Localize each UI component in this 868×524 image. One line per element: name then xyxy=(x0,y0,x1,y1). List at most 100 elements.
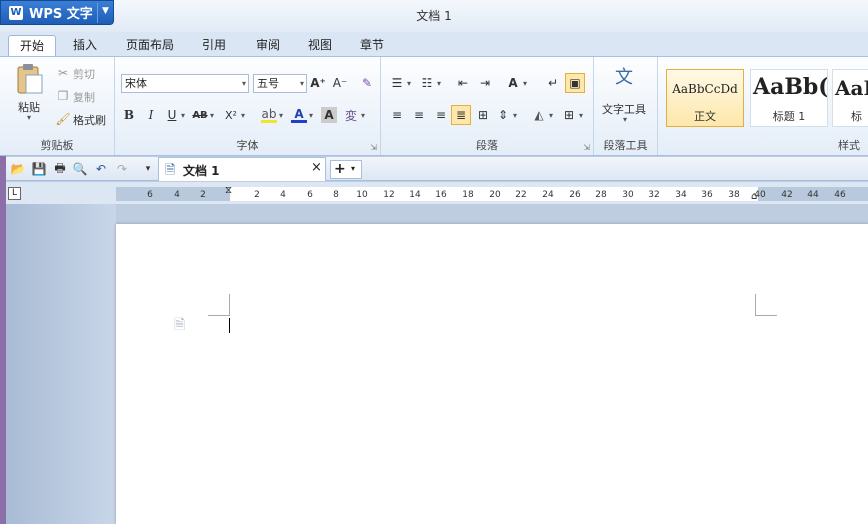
font-size-dropdown-icon[interactable]: ▾ xyxy=(300,75,304,92)
title-bar: W WPS 文字 ▼ 文档 1 xyxy=(0,0,868,32)
open-icon[interactable]: 📂 xyxy=(10,161,26,177)
increase-indent-icon[interactable]: ⇥ xyxy=(477,75,493,91)
paste-dropdown-icon[interactable]: ▾ xyxy=(27,113,31,122)
print-preview-icon[interactable]: 🔍 xyxy=(72,161,88,177)
font-name-dropdown-icon[interactable]: ▾ xyxy=(242,75,246,92)
style-heading-1[interactable]: AaBb( 标题 1 xyxy=(750,69,828,127)
style-normal-name: 正文 xyxy=(694,110,716,123)
print-icon[interactable]: 🖶 xyxy=(52,161,68,177)
bold-icon[interactable]: B xyxy=(121,107,137,123)
numbering-icon[interactable]: ☷ xyxy=(419,75,435,91)
shrink-font-icon[interactable]: A⁻ xyxy=(332,75,348,91)
style-heading-1-name: 标题 1 xyxy=(772,110,806,123)
underline-icon[interactable]: U xyxy=(164,107,180,123)
justify-icon[interactable]: ≣ xyxy=(451,105,471,125)
font-name-value: 宋体 xyxy=(125,77,147,90)
text-frame-icon[interactable]: ▣ xyxy=(565,73,585,93)
new-tab-dropdown-icon[interactable]: ▾ xyxy=(351,164,355,173)
top-right-margin-mark xyxy=(755,294,777,316)
char-shading-icon[interactable]: A xyxy=(321,107,337,123)
chinese-layout-icon[interactable]: A xyxy=(505,75,521,91)
tab-section[interactable]: 章节 xyxy=(350,35,394,56)
tab-insert[interactable]: 插入 xyxy=(62,35,108,56)
bullets-icon[interactable]: ☰ xyxy=(389,75,405,91)
close-tab-icon[interactable]: × xyxy=(311,160,322,175)
ruler-tick-label: 24 xyxy=(542,190,554,200)
copy-label[interactable]: 复制 xyxy=(73,89,95,105)
font-name-combo[interactable]: 宋体 ▾ xyxy=(121,74,249,93)
align-left-icon[interactable]: ≡ xyxy=(389,107,405,123)
right-indent-marker-icon[interactable]: ⌂ xyxy=(751,191,757,202)
borders-dropdown-icon[interactable]: ▾ xyxy=(579,111,583,120)
format-painter-label[interactable]: 格式刷 xyxy=(73,112,106,128)
font-size-combo[interactable]: 五号 ▾ xyxy=(253,74,307,93)
ruler-tick-label: 14 xyxy=(409,190,421,200)
phonetic-dropdown-icon[interactable]: ▾ xyxy=(361,111,365,120)
ribbon-tabs: 开始 插入 页面布局 引用 审阅 视图 章节 xyxy=(0,32,868,56)
redo-icon[interactable]: ↷ xyxy=(114,161,130,177)
strikethrough-icon[interactable]: AB xyxy=(192,107,208,123)
text-tools-icon: 文 xyxy=(615,67,633,88)
ruler-tick-label: 28 xyxy=(595,190,607,200)
decrease-indent-icon[interactable]: ⇤ xyxy=(455,75,471,91)
show-marks-icon[interactable]: ↵ xyxy=(545,75,561,91)
indent-marker-icon[interactable]: ⧖ xyxy=(225,186,232,196)
distribute-icon[interactable]: ⊞ xyxy=(475,107,491,123)
align-center-icon[interactable]: ≡ xyxy=(411,107,427,123)
highlight-icon[interactable]: ab xyxy=(261,107,277,123)
document-tab-label: 文档 1 xyxy=(183,164,220,178)
shading-dropdown-icon[interactable]: ▾ xyxy=(549,111,553,120)
window-title: 文档 1 xyxy=(416,9,452,23)
highlight-dropdown-icon[interactable]: ▾ xyxy=(279,111,283,120)
ruler-tick-label: 4 xyxy=(174,190,180,200)
format-painter-icon[interactable]: 🖌 xyxy=(55,111,71,127)
customize-toolbar-icon[interactable]: ▾ xyxy=(140,161,156,177)
group-font: 宋体 ▾ 五号 ▾ A⁺ A⁻ ✎ B I U ▾ AB ▾ X² ▾ ab ▾ A… xyxy=(115,57,381,155)
numbering-dropdown-icon[interactable]: ▾ xyxy=(437,79,441,88)
phonetic-guide-icon[interactable]: 変 xyxy=(343,107,359,123)
tab-stop-selector[interactable]: L xyxy=(8,187,21,200)
tab-page-layout[interactable]: 页面布局 xyxy=(118,35,182,56)
ruler-tick-label: 34 xyxy=(675,190,687,200)
undo-icon[interactable]: ↶ xyxy=(93,161,109,177)
shading-icon[interactable]: ◭ xyxy=(531,107,547,123)
document-icon: 🗎 xyxy=(165,163,176,178)
cut-icon[interactable]: ✂ xyxy=(55,65,71,81)
copy-icon[interactable]: ❐ xyxy=(55,88,71,104)
paragraph-dialog-launcher-icon[interactable]: ⇲ xyxy=(583,143,590,152)
line-spacing-icon[interactable]: ⇕ xyxy=(495,107,511,123)
paste-button[interactable]: 粘贴 ▾ xyxy=(10,61,48,123)
text-tools-dropdown-icon[interactable]: ▾ xyxy=(623,115,627,124)
strikethrough-dropdown-icon[interactable]: ▾ xyxy=(210,111,214,120)
clear-format-icon[interactable]: ✎ xyxy=(359,75,375,91)
style-heading-2[interactable]: AaE 标 xyxy=(832,69,868,127)
tab-view[interactable]: 视图 xyxy=(298,35,342,56)
tab-review[interactable]: 审阅 xyxy=(246,35,290,56)
superscript-icon[interactable]: X² xyxy=(223,107,239,123)
paragraph-icon[interactable]: 🗎 xyxy=(174,314,185,338)
font-dialog-launcher-icon[interactable]: ⇲ xyxy=(370,143,377,152)
superscript-dropdown-icon[interactable]: ▾ xyxy=(241,111,245,120)
bullets-dropdown-icon[interactable]: ▾ xyxy=(407,79,411,88)
borders-icon[interactable]: ⊞ xyxy=(561,107,577,123)
italic-icon[interactable]: I xyxy=(143,107,159,123)
underline-dropdown-icon[interactable]: ▾ xyxy=(181,111,185,120)
font-color-dropdown-icon[interactable]: ▾ xyxy=(309,111,313,120)
tab-references[interactable]: 引用 xyxy=(192,35,236,56)
save-icon[interactable]: 💾 xyxy=(31,161,47,177)
document-tab[interactable]: 🗎 文档 1 × xyxy=(158,157,326,181)
wps-writer-window: W WPS 文字 ▼ 文档 1 开始 插入 页面布局 引用 审阅 视图 章节 粘… xyxy=(0,0,868,524)
document-page[interactable]: 🗎 xyxy=(116,224,868,524)
new-tab-button[interactable]: + ▾ xyxy=(330,160,362,179)
font-color-icon[interactable]: A xyxy=(291,107,307,123)
group-clipboard: 粘贴 ▾ ✂ 剪切 ❐ 复制 🖌 格式刷 剪贴板 xyxy=(0,57,115,155)
tab-home[interactable]: 开始 xyxy=(8,35,56,56)
text-tools-button[interactable]: 文 文字工具 ▾ xyxy=(598,63,654,129)
cut-label[interactable]: 剪切 xyxy=(73,66,95,82)
group-para-tools: 文 文字工具 ▾ 段落工具 xyxy=(594,57,658,155)
chinese-layout-dropdown-icon[interactable]: ▾ xyxy=(523,79,527,88)
align-right-icon[interactable]: ≡ xyxy=(433,107,449,123)
line-spacing-dropdown-icon[interactable]: ▾ xyxy=(513,111,517,120)
grow-font-icon[interactable]: A⁺ xyxy=(310,75,326,91)
style-normal[interactable]: AaBbCcDd 正文 xyxy=(666,69,744,127)
